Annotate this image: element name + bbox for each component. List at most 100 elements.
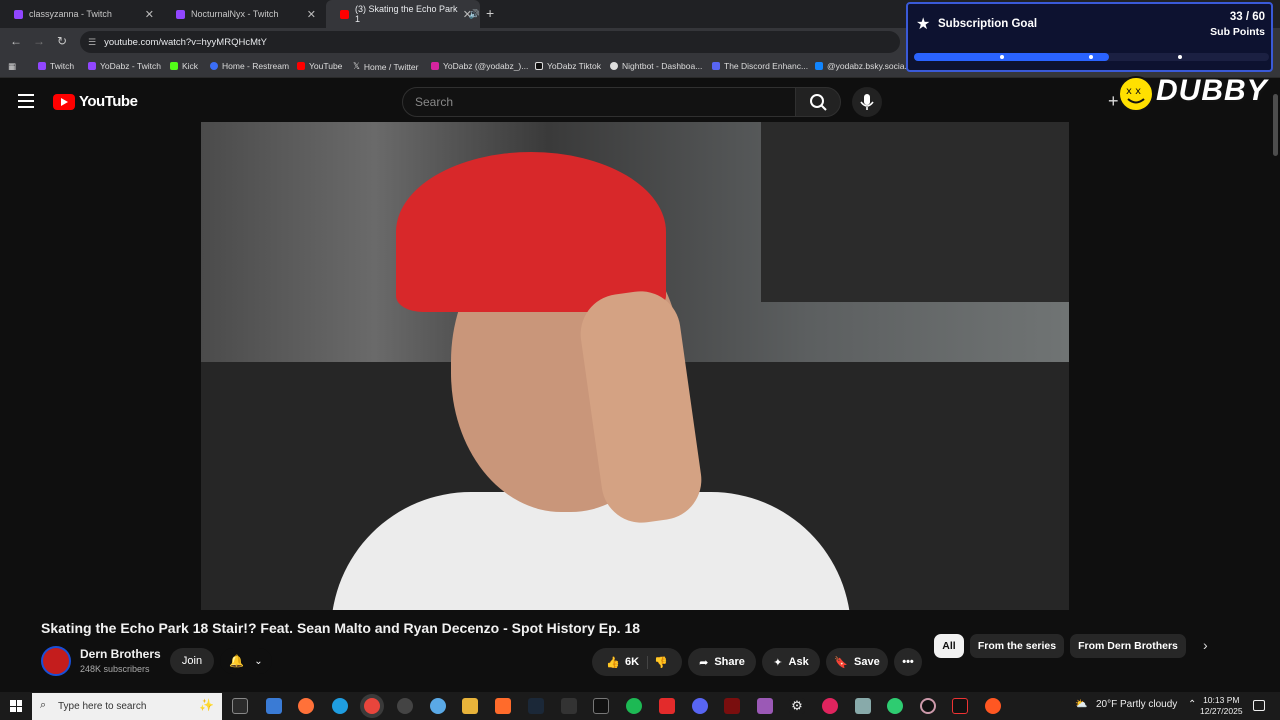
- bookmark-kick[interactable]: Kick: [170, 61, 198, 71]
- windows-start-icon[interactable]: [10, 700, 22, 712]
- bookmark-yodabz-twitch[interactable]: YoDabz - Twitch: [88, 61, 161, 71]
- share-button[interactable]: ➦ Share: [688, 648, 756, 676]
- search-input[interactable]: Search: [402, 87, 796, 117]
- close-icon[interactable]: ✕: [307, 8, 316, 21]
- bookmark-twitter[interactable]: 𝕏 Home / Twitter: [353, 61, 419, 72]
- tab-classyzanna[interactable]: classyzanna - Twitch ✕: [0, 0, 162, 28]
- app-icon[interactable]: [887, 698, 903, 714]
- bookmark-youtube[interactable]: YouTube: [297, 61, 342, 71]
- app-icon[interactable]: [822, 698, 838, 714]
- search-button[interactable]: [795, 87, 841, 117]
- bookmark-discord-enhancer[interactable]: The Discord Enhanc...: [712, 61, 808, 71]
- bookmark-label: YoDabz Tiktok: [547, 61, 602, 71]
- goal-count: 33 / 60: [1229, 11, 1265, 23]
- edge-icon[interactable]: [332, 698, 348, 714]
- weather-text[interactable]: 20°F Partly cloudy: [1096, 699, 1177, 710]
- chip-label: All: [942, 640, 956, 652]
- restream-icon: [210, 62, 218, 70]
- copilot-icon[interactable]: [266, 698, 282, 714]
- tab-nocturnalnyx[interactable]: NocturnalNyx - Twitch ✕: [162, 0, 324, 28]
- chevron-up-icon[interactable]: ⌃: [1188, 699, 1196, 710]
- voice-search-button[interactable]: [852, 87, 882, 117]
- chip-from-dern-brothers[interactable]: From Dern Brothers: [1070, 634, 1186, 658]
- taskbar-search-input[interactable]: ⌕ Type here to search ✨: [32, 693, 222, 720]
- back-icon[interactable]: ←: [10, 34, 22, 48]
- notification-center-icon[interactable]: [1253, 700, 1265, 711]
- more-icon: •••: [902, 656, 914, 668]
- epic-games-icon[interactable]: [561, 698, 577, 714]
- bookmark-instagram[interactable]: YoDabz (@yodabz_)...: [431, 61, 528, 71]
- bookmark-label: YoDabz (@yodabz_)...: [443, 61, 529, 71]
- app-icon[interactable]: [659, 698, 675, 714]
- video-player[interactable]: [201, 122, 1069, 610]
- channel-name[interactable]: Dern Brothers: [80, 647, 161, 661]
- task-view-icon[interactable]: [232, 698, 248, 714]
- more-actions-button[interactable]: •••: [894, 648, 922, 676]
- new-tab-button[interactable]: +: [486, 5, 494, 21]
- apps-icon[interactable]: ▦: [8, 61, 16, 72]
- app-icon[interactable]: [495, 698, 511, 714]
- bookmark-twitch[interactable]: Twitch: [38, 61, 74, 71]
- dislike-button[interactable]: 👎: [654, 656, 668, 669]
- ask-button[interactable]: ✦ Ask: [762, 648, 820, 676]
- close-icon[interactable]: ✕: [145, 8, 154, 21]
- address-bar[interactable]: ☰ youtube.com/watch?v=hyyMRQHcMtY: [80, 31, 900, 53]
- app-icon[interactable]: [985, 698, 1001, 714]
- close-icon[interactable]: ✕: [463, 8, 472, 21]
- taskbar-clock[interactable]: 10:13 PM 12/27/2025: [1200, 695, 1243, 717]
- scrollbar-thumb[interactable]: [1273, 94, 1278, 156]
- thumbs-up-icon: 👍: [606, 656, 620, 669]
- page-scrollbar[interactable]: [1270, 80, 1280, 690]
- chip-all[interactable]: All: [934, 634, 964, 658]
- search-icon: ⌕: [40, 699, 47, 711]
- search-icon: [810, 94, 827, 111]
- spotify-icon[interactable]: [626, 698, 642, 714]
- reload-icon[interactable]: ↻: [57, 34, 67, 48]
- weather-icon[interactable]: ⛅: [1075, 699, 1087, 710]
- settings-icon[interactable]: ⚙: [789, 698, 805, 714]
- bluesky-icon: [815, 62, 823, 70]
- notifications-button[interactable]: 🔔 ⌄: [220, 648, 272, 674]
- like-button[interactable]: 👍 6K: [606, 655, 649, 669]
- create-icon[interactable]: +: [1108, 91, 1119, 112]
- tab-youtube-active[interactable]: (3) Skating the Echo Park 1 🔊 ✕: [326, 0, 480, 28]
- bookmark-tiktok[interactable]: YoDabz Tiktok: [535, 61, 601, 71]
- save-button[interactable]: 🔖 Save: [826, 648, 888, 676]
- chip-from-series[interactable]: From the series: [970, 634, 1064, 658]
- chevron-down-icon: ⌄: [254, 655, 263, 667]
- steam-icon[interactable]: [528, 698, 544, 714]
- overlay-logo-text: DUBBY: [1156, 74, 1268, 107]
- svg-text:x x: x x: [1126, 86, 1141, 97]
- join-button[interactable]: Join: [170, 648, 214, 674]
- microphone-icon: [860, 94, 874, 110]
- bookmark-bluesky[interactable]: @yodabz.bsky.socia...: [815, 61, 912, 71]
- site-info-icon[interactable]: ☰: [88, 37, 96, 48]
- channel-avatar[interactable]: [41, 646, 71, 676]
- file-explorer-icon[interactable]: [462, 698, 478, 714]
- chevron-right-icon[interactable]: ›: [1203, 637, 1208, 653]
- tiktok-icon: [535, 62, 543, 70]
- app-icon[interactable]: [724, 698, 740, 714]
- app-icon[interactable]: [757, 698, 773, 714]
- youtube-logo[interactable]: YouTube: [53, 93, 138, 110]
- app-icon[interactable]: [430, 698, 446, 714]
- goal-title: Subscription Goal: [938, 18, 1038, 30]
- app-icon[interactable]: [593, 698, 609, 714]
- chrome-icon[interactable]: [364, 698, 380, 714]
- goal-unit: Sub Points: [1210, 26, 1265, 38]
- nightbot-icon: [610, 62, 618, 70]
- app-icon[interactable]: [920, 698, 936, 714]
- tiktok-icon[interactable]: [952, 698, 968, 714]
- app-icon[interactable]: [855, 698, 871, 714]
- logo-text: YouTube: [79, 93, 138, 110]
- obs-icon[interactable]: [397, 698, 413, 714]
- discord-icon[interactable]: [692, 698, 708, 714]
- chip-label: From Dern Brothers: [1078, 640, 1178, 652]
- windows-taskbar: ⌕ Type here to search ✨ ⚙ ⛅ 20°F Partly …: [0, 692, 1280, 720]
- bell-icon: 🔔: [229, 654, 245, 668]
- menu-icon[interactable]: [18, 94, 34, 108]
- bookmark-restream[interactable]: Home - Restream: [210, 61, 289, 71]
- bookmark-nightbot[interactable]: Nightbot - Dashboa...: [610, 61, 702, 71]
- forward-icon[interactable]: →: [33, 34, 45, 48]
- firefox-icon[interactable]: [298, 698, 314, 714]
